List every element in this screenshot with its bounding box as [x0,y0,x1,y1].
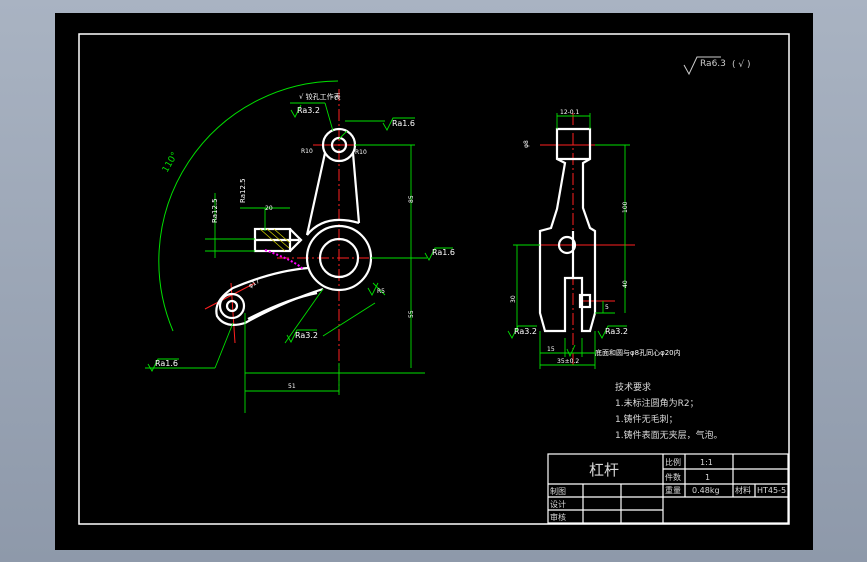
top-note: √ 铰孔工作表 [299,92,341,101]
dim-r10b: R10 [355,149,367,156]
dim-85: 85 [408,195,415,203]
surface-finish-mark: Ra6.3 ( √ ) [683,56,750,76]
lever-outline [215,127,373,326]
finish-bottom-mid: Ra3.2 [295,331,318,340]
material-value: HT45-5 [757,486,786,495]
technical-requirements: 技术要求 1.未标注圆角为R2； 1.铸件无毛刺； 1.铸件表面无夹层，气泡。 [615,381,723,441]
side-dim-top-width: 12-0.1 [560,109,580,116]
drawing-sheet: Ra6.3 ( √ ) 110° Ra3.2 Ra1.6 Ra1.6 Ra1.6… [55,13,813,550]
scale-label: 比例 [665,457,681,467]
material-label: 材料 [735,485,751,495]
side-dim-40: 40 [622,280,629,288]
surface-finish-suffix: ( √ ) [732,59,750,70]
side-dim-15: 15 [547,346,555,353]
weight-value: 0.48kg [692,486,720,495]
side-dim-bottom-width: 35±0.2 [557,358,579,365]
dim-phi17: φ17 [248,278,262,290]
side-dim-5: 5 [605,304,609,311]
side-finish-left: Ra3.2 [514,327,537,336]
title-block: 杠杆 比例 1:1 件数 1 重量 0.48kg 材料 HT45-5 制图 设计… [547,453,789,524]
drawn-label: 制图 [550,486,566,496]
surface-finish-symbol: Ra6.3 [700,59,726,69]
border-frame [78,33,790,525]
quantity-value: 1 [705,473,710,482]
finish-bottom-left: Ra1.6 [155,359,178,368]
finish-left-top: Ra12.5 [239,178,247,203]
side-dim-top-left: φ8 [523,140,530,148]
front-view: 110° Ra3.2 Ra1.6 Ra1.6 Ra1.6 Ra3.2 Ra12.… [145,80,455,413]
side-note: 底面和圆与φ8孔同心φ20内 [595,348,681,357]
weight-label: 重量 [665,485,681,495]
dim-55: 55 [408,310,415,318]
section-hatch [264,249,304,270]
dim-r10a: R10 [301,148,313,155]
side-finish-right: Ra3.2 [605,327,628,336]
quantity-label: 件数 [665,472,681,482]
cad-drawing: Ra6.3 ( √ ) 110° Ra3.2 Ra1.6 Ra1.6 Ra1.6… [78,33,790,525]
check-label: 审核 [550,512,566,522]
arc-angle-label: 110° [161,151,181,175]
tech-heading: 技术要求 [615,381,651,393]
dim-width-20: 20 [265,205,273,212]
finish-top-hole: Ra3.2 [297,106,320,115]
left-hole-centerline-2 [230,282,236,344]
dim-51: 51 [288,383,296,390]
scale-value: 1:1 [700,458,713,467]
side-dim-100: 100 [622,201,629,213]
left-hole-centerline [204,282,256,310]
side-dim-30: 30 [510,295,517,303]
part-name: 杠杆 [589,461,619,479]
dim-r5: R5 [377,288,385,295]
finish-right: Ra1.6 [432,248,455,257]
tech-item-2: 1.铸件无毛刺； [615,413,678,425]
finish-left-side: Ra12.5 [211,198,219,223]
design-label: 设计 [550,499,566,509]
side-view: 12-0.1 φ8 100 40 5 30 15 35±0.2 Ra3.2 Ra… [507,109,681,369]
tech-item-1: 1.未标注圆角为R2； [615,397,699,409]
finish-top-right: Ra1.6 [392,119,415,128]
tech-item-3: 1.铸件表面无夹层，气泡。 [615,429,723,441]
